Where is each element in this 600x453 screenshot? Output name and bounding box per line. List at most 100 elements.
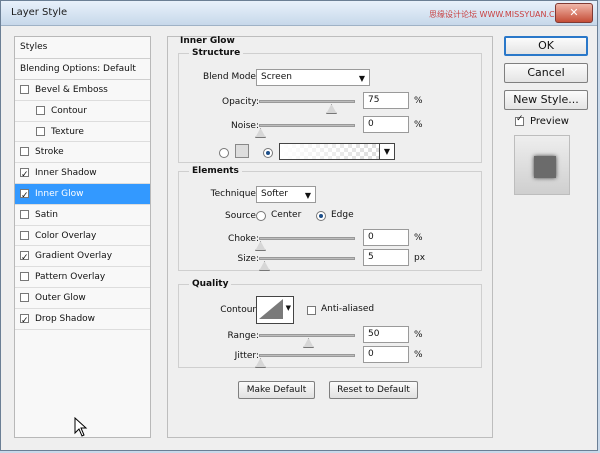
color-swatch[interactable] (235, 144, 249, 158)
sidebar-item-bevel-emboss[interactable]: Bevel & Emboss (15, 80, 150, 101)
sidebar-item-label: Stroke (35, 147, 64, 158)
range-field[interactable]: 50 (363, 326, 409, 343)
blend-mode-value: Screen (261, 72, 292, 82)
quality-label: Quality (189, 279, 232, 289)
blending-options-item[interactable]: Blending Options: Default (15, 59, 150, 80)
solid-color-radio[interactable] (219, 148, 229, 158)
range-slider-handle[interactable] (303, 338, 314, 348)
make-default-button[interactable]: Make Default (238, 381, 315, 399)
choke-unit: % (414, 233, 423, 243)
structure-group: Structure Blend Mode: Screen ▼ Opacity: 7… (178, 48, 482, 163)
contour-picker[interactable]: ▼ (256, 296, 294, 324)
reset-to-default-button[interactable]: Reset to Default (329, 381, 418, 399)
jitter-unit: % (414, 350, 423, 360)
chevron-down-icon: ▼ (285, 304, 291, 312)
jitter-field[interactable]: 0 (363, 346, 409, 363)
sidebar-item-label: Outer Glow (35, 292, 86, 303)
sidebar-item-color-overlay[interactable]: Color Overlay (15, 226, 150, 247)
sidebar-item-texture[interactable]: Texture (15, 122, 150, 143)
source-label: Source: (225, 211, 259, 221)
checkbox[interactable] (20, 85, 29, 94)
technique-select[interactable]: Softer ▼ (256, 186, 316, 203)
source-edge-label: Edge (331, 210, 354, 220)
cursor-icon (74, 417, 88, 437)
checkbox[interactable] (20, 248, 29, 269)
sidebar-item-label: Contour (51, 105, 87, 116)
sidebar-item-label: Inner Shadow (35, 168, 97, 179)
preview-thumbnail (514, 135, 570, 195)
structure-label: Structure (189, 48, 244, 58)
source-center-label: Center (271, 210, 302, 220)
opacity-field[interactable]: 75 (363, 92, 409, 109)
panel-title: Inner Glow (180, 36, 235, 46)
sidebar-item-pattern-overlay[interactable]: Pattern Overlay (15, 267, 150, 288)
source-edge-radio[interactable] (316, 211, 326, 221)
checkbox[interactable] (20, 292, 29, 302)
preview-label: Preview (530, 116, 569, 127)
sidebar-item-inner-glow[interactable]: Inner Glow (15, 183, 150, 207)
blend-mode-select[interactable]: Screen ▼ (256, 69, 370, 86)
styles-header[interactable]: Styles (15, 37, 150, 59)
sidebar-item-inner-shadow[interactable]: Inner Shadow (15, 163, 150, 186)
elements-group: Elements Technique: Softer ▼ Source: Cent… (178, 166, 482, 271)
technique-label: Technique: (210, 189, 259, 199)
choke-field[interactable]: 0 (363, 229, 409, 246)
opacity-slider-handle[interactable] (326, 104, 337, 114)
sidebar-item-label: Satin (35, 209, 58, 220)
elements-label: Elements (189, 166, 242, 176)
opacity-unit: % (414, 96, 423, 106)
checkbox[interactable] (20, 147, 29, 157)
sidebar-item-label: Gradient Overlay (35, 251, 113, 262)
sidebar-item-gradient-overlay[interactable]: Gradient Overlay (15, 246, 150, 269)
checkbox[interactable] (20, 272, 29, 282)
noise-field[interactable]: 0 (363, 116, 409, 133)
checkbox[interactable] (20, 311, 29, 332)
sidebar-item-drop-shadow[interactable]: Drop Shadow (15, 309, 150, 332)
checkbox[interactable] (36, 105, 45, 115)
quality-group: Quality Contour: ▼ Anti-aliased Range: 5… (178, 279, 482, 368)
sidebar-item-contour[interactable]: Contour (15, 101, 150, 122)
noise-slider[interactable] (259, 124, 355, 127)
opacity-slider[interactable] (259, 100, 355, 103)
checkbox[interactable] (20, 230, 29, 240)
range-slider[interactable] (259, 334, 355, 337)
jitter-slider[interactable] (259, 354, 355, 357)
technique-value: Softer (261, 189, 288, 199)
range-unit: % (414, 330, 423, 340)
checkbox[interactable] (20, 186, 29, 207)
size-unit: px (414, 253, 426, 263)
choke-label: Choke: (228, 234, 259, 244)
source-center-radio[interactable] (256, 211, 266, 221)
sidebar-item-outer-glow[interactable]: Outer Glow (15, 288, 150, 309)
contour-curve-icon (259, 299, 283, 319)
noise-unit: % (414, 120, 423, 130)
cancel-button[interactable]: Cancel (504, 63, 588, 83)
range-label: Range: (227, 331, 259, 341)
choke-slider[interactable] (259, 237, 355, 240)
size-slider-handle[interactable] (259, 261, 270, 271)
gradient-picker[interactable] (279, 143, 395, 160)
sidebar-item-label: Pattern Overlay (35, 272, 106, 283)
size-field[interactable]: 5 (363, 249, 409, 266)
size-label: Size: (237, 254, 259, 264)
window-title: Layer Style (11, 7, 68, 18)
preview-checkbox[interactable] (515, 114, 524, 126)
watermark-text: 思缘设计论坛 WWW.MISSYUAN.COM (429, 10, 568, 19)
checkbox[interactable] (20, 209, 29, 219)
checkbox[interactable] (36, 126, 45, 136)
chevron-down-icon: ▼ (304, 191, 311, 200)
gradient-radio[interactable] (263, 148, 273, 158)
ok-button[interactable]: OK (504, 36, 588, 56)
chevron-down-icon[interactable]: ▼ (379, 143, 395, 160)
sidebar-item-label: Inner Glow (35, 188, 84, 199)
checkbox[interactable] (20, 165, 29, 186)
title-bar: Layer Style 思缘设计论坛 WWW.MISSYUAN.COM ✕ (1, 1, 597, 26)
anti-aliased-checkbox[interactable] (307, 306, 316, 315)
layer-style-dialog: Layer Style 思缘设计论坛 WWW.MISSYUAN.COM ✕ St… (0, 0, 598, 451)
sidebar-item-satin[interactable]: Satin (15, 205, 150, 226)
sidebar-item-stroke[interactable]: Stroke (15, 142, 150, 164)
close-button[interactable]: ✕ (555, 3, 593, 23)
new-style-button[interactable]: New Style... (504, 90, 588, 110)
noise-label: Noise: (231, 121, 259, 131)
size-slider[interactable] (259, 257, 355, 260)
